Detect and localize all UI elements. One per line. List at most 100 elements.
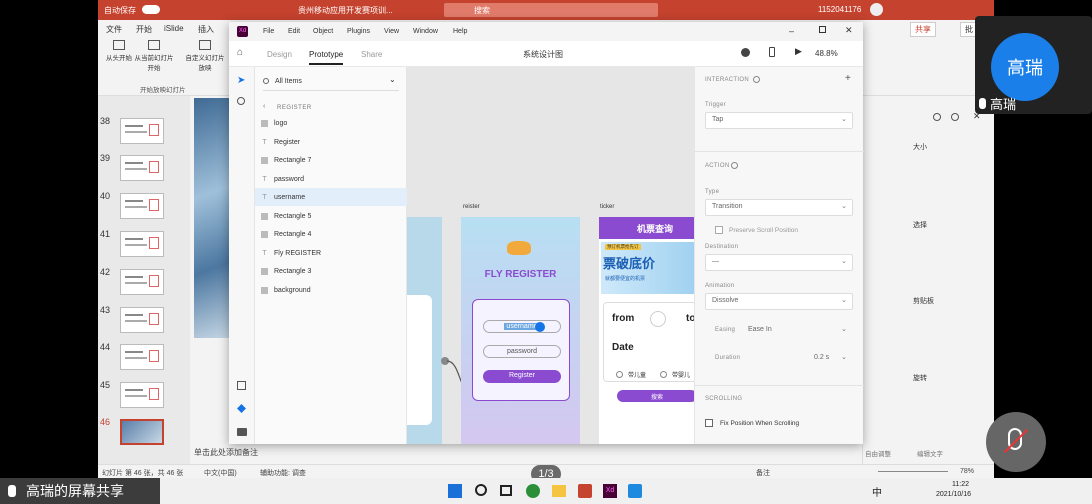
device-preview-icon[interactable] [769, 47, 775, 57]
easing-select[interactable]: Ease In ⌄ [741, 322, 853, 339]
layer-row[interactable]: Rectangle 5 [261, 207, 401, 225]
trigger-select[interactable]: Tap ⌄ [705, 112, 853, 129]
zoom-slider[interactable] [878, 471, 948, 472]
password-field[interactable]: password [483, 345, 561, 358]
photos-icon[interactable] [628, 484, 642, 498]
help-icon[interactable] [951, 113, 959, 121]
ppt-search-box[interactable]: 搜索 [444, 3, 658, 17]
clock-date[interactable]: 2021/10/16 [936, 491, 971, 498]
menu-plugins[interactable]: Plugins [347, 28, 370, 35]
swap-plane-icon[interactable] [650, 311, 666, 327]
powerpoint-icon[interactable] [578, 484, 592, 498]
user-icon[interactable] [741, 48, 750, 57]
tab-design[interactable]: Design [267, 50, 292, 59]
layer-row[interactable]: background [261, 281, 401, 299]
tab-prototype[interactable]: Prototype [309, 50, 344, 65]
slide-thumb[interactable] [120, 269, 164, 295]
animation-select[interactable]: Dissolve ⌄ [705, 293, 853, 310]
slide-thumb[interactable] [120, 118, 164, 144]
select-tool-icon[interactable]: ➤ [237, 75, 245, 86]
artboard-label-ticket[interactable]: ticker [600, 204, 614, 210]
settings-icon[interactable] [933, 113, 941, 121]
layer-row[interactable]: Rectangle 4 [261, 225, 401, 243]
mute-button[interactable] [986, 412, 1046, 472]
plugins-icon[interactable] [237, 428, 247, 436]
custom-show-button[interactable]: 自定义幻灯片放映 [184, 40, 226, 72]
ime-indicator[interactable]: 中 [872, 484, 882, 499]
minimize-icon[interactable]: – [789, 26, 794, 36]
layers-icon[interactable] [237, 404, 246, 413]
tab-share[interactable]: Share [361, 50, 382, 59]
artboard-partial[interactable] [407, 217, 442, 444]
from-label[interactable]: from [612, 313, 634, 324]
task-view-icon[interactable] [500, 485, 512, 496]
artboard-label-register[interactable]: reister [463, 204, 480, 210]
ticket-search-button[interactable]: 搜索 [617, 390, 694, 402]
menu-file[interactable]: File [263, 28, 274, 35]
destination-select[interactable]: — ⌄ [705, 254, 853, 271]
interaction-handle[interactable] [535, 322, 545, 332]
slide-thumb[interactable] [120, 344, 164, 370]
ticket-artboard[interactable]: 机票查询 预订机票抢先订 票破底价 就都要便宜的机票 from to Date … [599, 217, 694, 444]
zoom-level[interactable]: 78% [960, 468, 974, 475]
layer-row[interactable]: T Fly REGISTER [261, 244, 401, 262]
tab-home[interactable]: 开始 [136, 24, 152, 35]
zoom-level[interactable]: 48.8% [815, 49, 838, 58]
layer-row[interactable]: Rectangle 7 [261, 151, 401, 169]
play-from-start-button[interactable]: 从头开始 [104, 40, 134, 62]
date-label[interactable]: Date [612, 342, 634, 353]
xd-icon[interactable]: Xd [603, 484, 617, 498]
to-label[interactable]: to [686, 313, 694, 324]
back-chevron-icon[interactable]: ‹ [263, 103, 265, 110]
child-radio[interactable] [616, 371, 623, 378]
play-preview-icon[interactable]: ▶ [795, 46, 802, 57]
type-select[interactable]: Transition ⌄ [705, 199, 853, 216]
info-icon[interactable] [753, 76, 760, 83]
slide-thumb-selected[interactable] [120, 419, 164, 445]
search-icon[interactable] [237, 97, 245, 105]
menu-window[interactable]: Window [413, 28, 438, 35]
notes-toggle[interactable]: 备注 [756, 468, 770, 478]
preserve-scroll-checkbox[interactable] [715, 226, 723, 234]
tab-insert[interactable]: 插入 [198, 24, 214, 35]
slide-thumb[interactable] [120, 307, 164, 333]
register-button[interactable]: Register [483, 370, 561, 383]
chrome-icon[interactable] [526, 484, 540, 498]
notes-placeholder[interactable]: 单击此处添加备注 [194, 447, 258, 458]
accessibility[interactable]: 辅助功能: 调查 [260, 468, 306, 478]
file-explorer-icon[interactable] [552, 485, 566, 497]
layer-row[interactable]: T Register [261, 133, 401, 151]
slide-thumb[interactable] [120, 231, 164, 257]
username-field[interactable]: username [483, 320, 561, 333]
home-icon[interactable]: ⌂ [237, 47, 243, 58]
autosave-toggle[interactable] [142, 5, 160, 14]
close-icon[interactable]: ✕ [845, 25, 853, 36]
menu-view[interactable]: View [384, 28, 399, 35]
clock-time[interactable]: 11:22 [952, 481, 969, 488]
infant-radio[interactable] [660, 371, 667, 378]
tab-islide[interactable]: iSlide [164, 24, 184, 33]
slide-thumb[interactable] [120, 382, 164, 408]
menu-help[interactable]: Help [453, 28, 467, 35]
fix-scroll-checkbox[interactable] [705, 419, 713, 427]
user-avatar[interactable] [870, 3, 883, 16]
document-name[interactable]: 系统设计图 [523, 49, 563, 60]
layers-search[interactable]: All Items ⌄ [263, 75, 399, 91]
layer-row[interactable]: Tpassword [261, 170, 401, 188]
duration-input[interactable]: 0.2 s ⌄ [807, 350, 853, 367]
share-button[interactable]: 共享 [910, 22, 936, 37]
maximize-icon[interactable] [819, 26, 826, 33]
prototype-canvas[interactable]: reister FLY REGISTER username password R… [407, 67, 694, 444]
search-icon[interactable] [475, 484, 487, 496]
play-from-current-button[interactable]: 从当前幻灯片开始 [134, 40, 174, 72]
slide-thumb[interactable] [120, 155, 164, 181]
tab-file[interactable]: 文件 [106, 24, 122, 35]
layer-row-selected[interactable]: Tusername [255, 188, 407, 206]
menu-object[interactable]: Object [313, 28, 333, 35]
slide-thumb[interactable] [120, 193, 164, 219]
info-icon[interactable] [731, 162, 738, 169]
add-interaction-icon[interactable]: + [845, 73, 851, 84]
assets-icon[interactable] [237, 381, 246, 390]
layer-row[interactable]: Rectangle 3 [261, 262, 401, 280]
start-icon[interactable] [448, 484, 462, 498]
